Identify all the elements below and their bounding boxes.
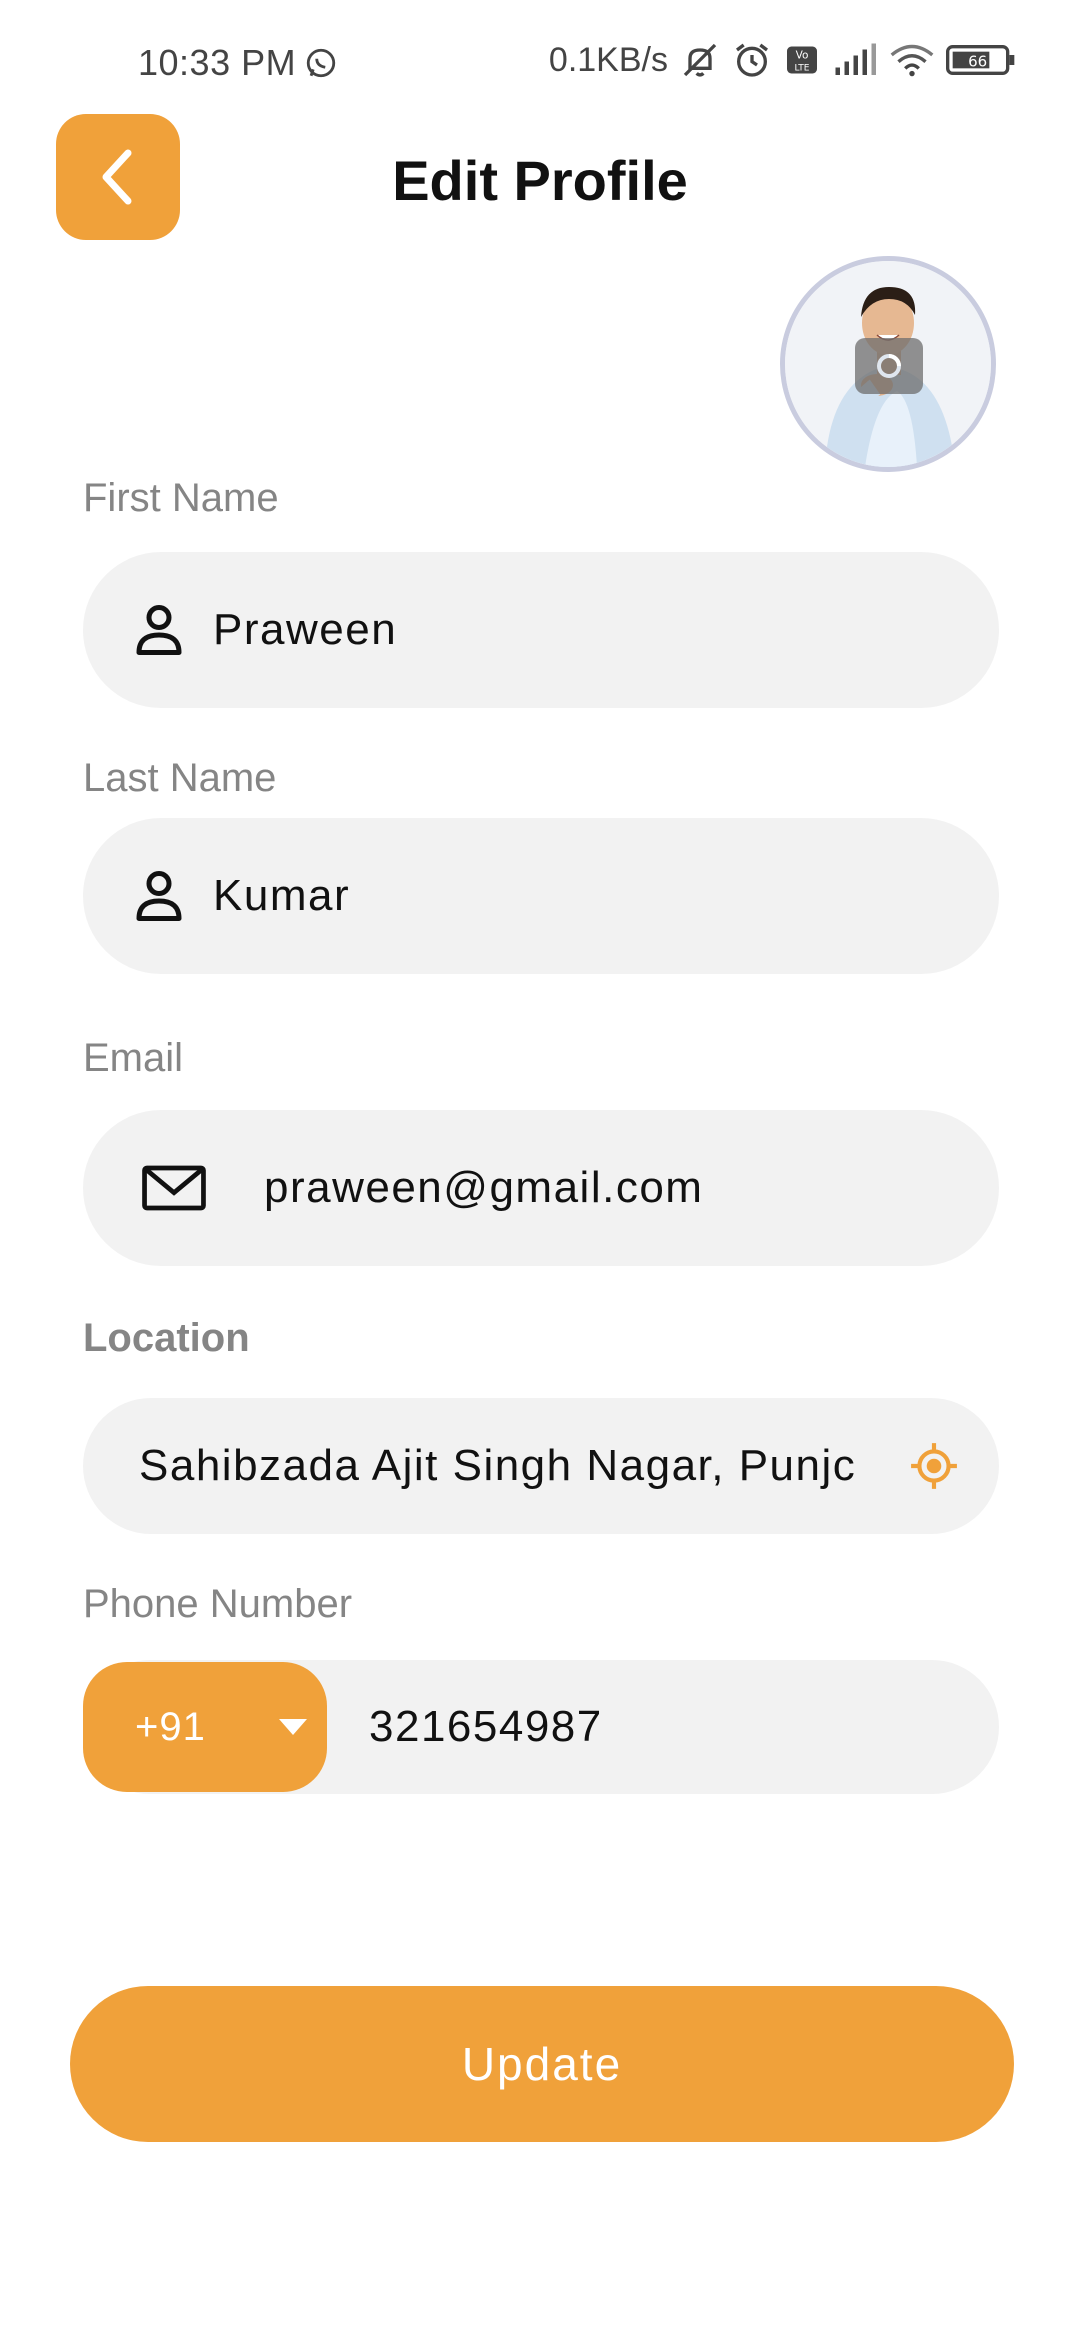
mail-icon bbox=[139, 1163, 209, 1213]
phone-label: Phone Number bbox=[83, 1582, 353, 1626]
mute-icon bbox=[680, 40, 720, 80]
status-time: 10:33 PM bbox=[138, 42, 297, 83]
last-name-label: Last Name bbox=[83, 756, 277, 800]
network-speed: 0.1KB/s bbox=[548, 40, 668, 79]
crosshair-icon[interactable] bbox=[909, 1441, 959, 1491]
email-field[interactable]: praween@gmail.com bbox=[83, 1110, 999, 1266]
battery-icon: 66 bbox=[946, 42, 1016, 78]
first-name-field[interactable]: Praween bbox=[83, 552, 999, 708]
person-icon bbox=[119, 866, 199, 926]
update-button-label: Update bbox=[461, 2038, 623, 2090]
volte-icon: Vo LTE bbox=[784, 42, 820, 78]
country-code-dropdown[interactable]: +91 bbox=[83, 1662, 327, 1792]
first-name-label: First Name bbox=[83, 476, 279, 520]
last-name-value: Kumar bbox=[213, 871, 351, 920]
first-name-value: Praween bbox=[213, 605, 398, 654]
last-name-field[interactable]: Kumar bbox=[83, 818, 999, 974]
location-field[interactable]: Sahibzada Ajit Singh Nagar, Punjc bbox=[83, 1398, 999, 1534]
location-label: Location bbox=[83, 1316, 250, 1360]
page-title: Edit Profile bbox=[392, 149, 688, 212]
update-button[interactable]: Update bbox=[70, 1986, 1014, 2142]
status-icons: 0.1KB/s Vo LTE 66 bbox=[549, 40, 1016, 80]
alarm-icon bbox=[732, 40, 772, 80]
status-time-group: 10:33 PM bbox=[138, 42, 338, 84]
status-bar: 10:33 PM 0.1KB/s Vo LTE 66 bbox=[0, 0, 1080, 110]
whatsapp-icon bbox=[304, 46, 338, 80]
person-icon bbox=[119, 600, 199, 660]
wifi-icon bbox=[890, 42, 934, 78]
phone-value: 321654987 bbox=[369, 1702, 603, 1751]
country-code-value: +91 bbox=[135, 1704, 206, 1749]
email-value: praween@gmail.com bbox=[264, 1163, 704, 1212]
svg-text:LTE: LTE bbox=[795, 64, 810, 74]
battery-level: 66 bbox=[968, 53, 987, 71]
svg-text:Vo: Vo bbox=[796, 50, 809, 62]
location-value: Sahibzada Ajit Singh Nagar, Punjc bbox=[139, 1441, 857, 1490]
email-label: Email bbox=[83, 1036, 184, 1080]
signal-icon bbox=[832, 42, 878, 78]
caret-down-icon bbox=[277, 1717, 309, 1737]
camera-icon[interactable] bbox=[855, 338, 923, 394]
